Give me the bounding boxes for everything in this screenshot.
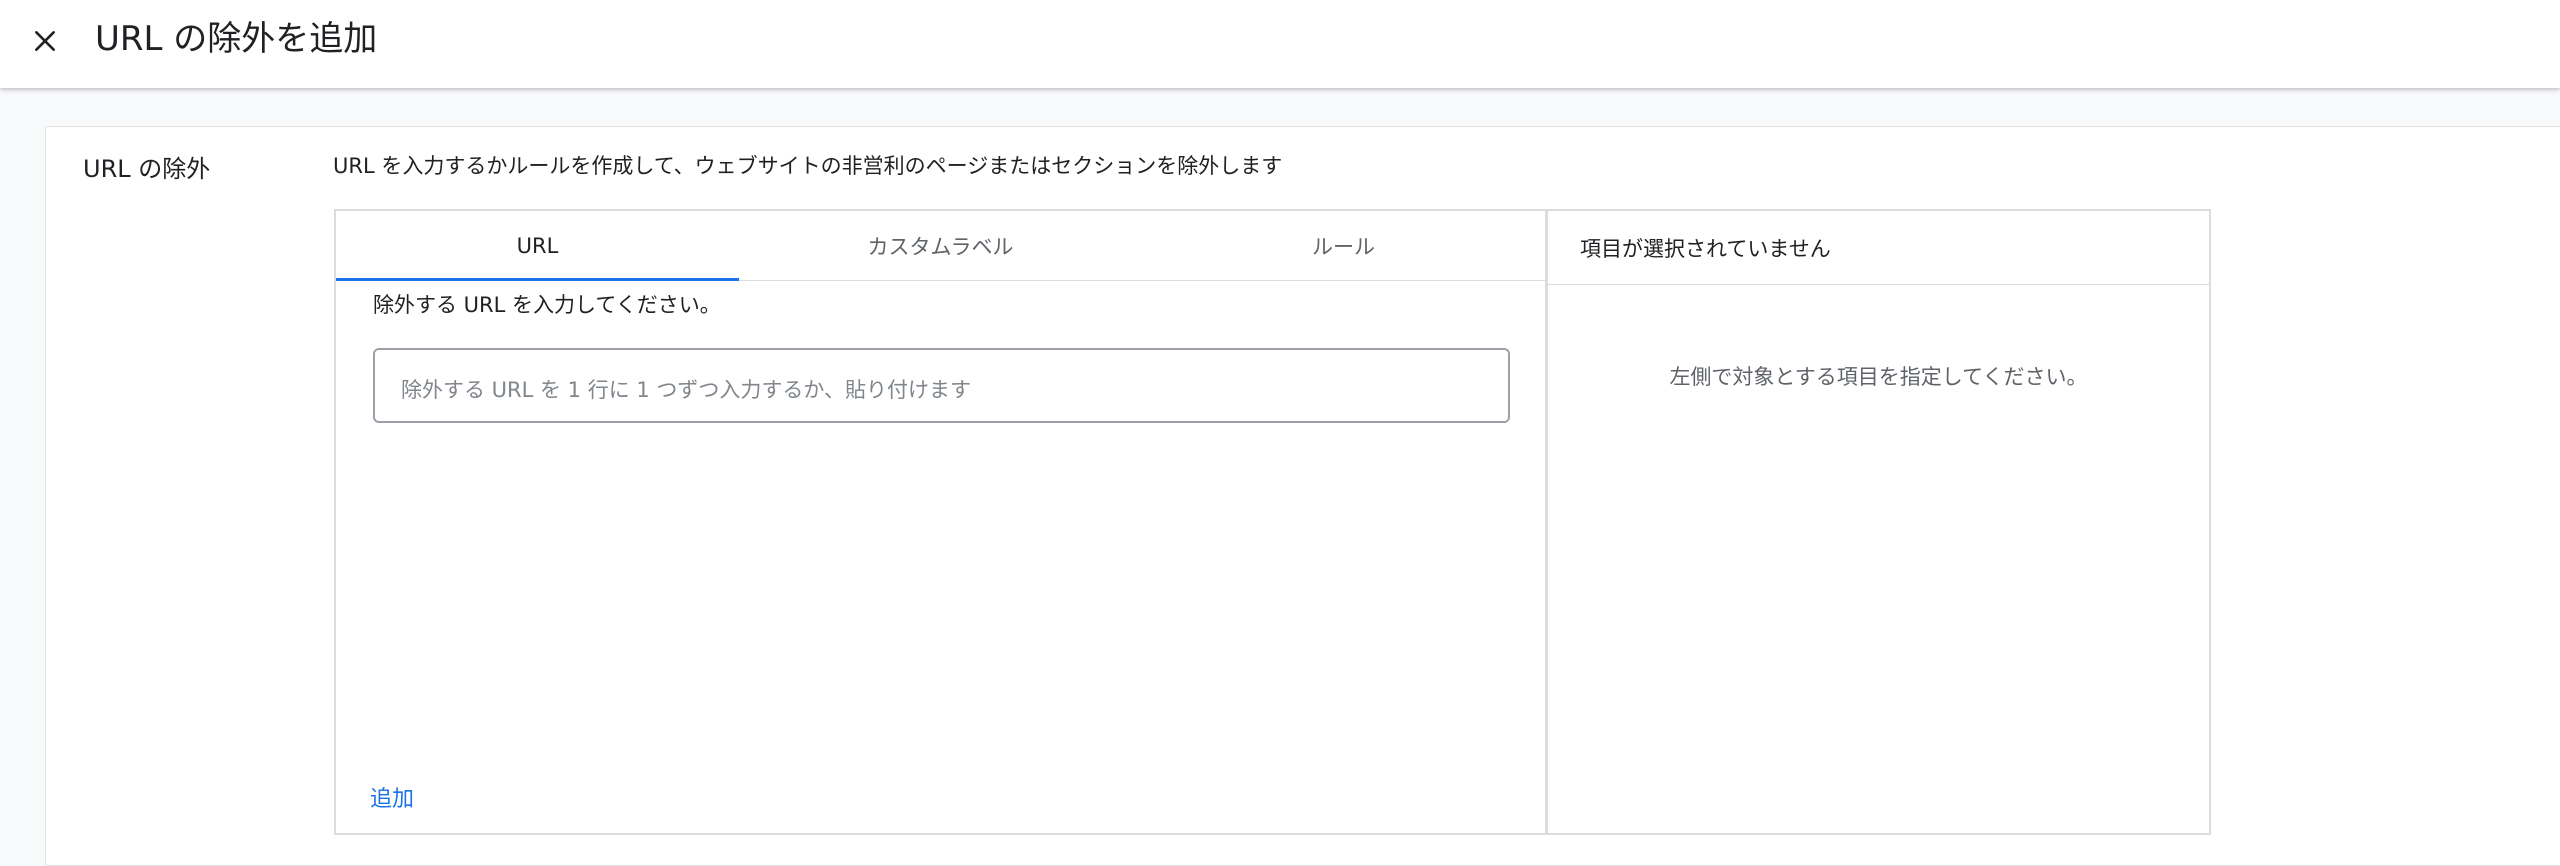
add-button[interactable]: 追加 [370,783,414,817]
url-input-label: 除外する URL を入力してください。 [373,293,721,317]
section-description: URL を入力するかルールを作成して、ウェブサイトの非営利のページまたはセクショ… [333,154,1283,178]
selection-empty-message: 左側で対象とする項目を指定してください。 [1669,365,2088,389]
input-panel: URL カスタムラベル ルール 除外する URL を入力してください。 追加 [334,209,1547,835]
close-button[interactable] [20,16,70,66]
url-input[interactable] [373,348,1510,423]
url-exclusion-card: URL の除外 URL を入力するかルールを作成して、ウェブサイトの非営利のペー… [45,126,2560,866]
selection-header: 項目が選択されていません [1548,211,2209,285]
tab-custom-label[interactable]: カスタムラベル [739,211,1142,280]
close-icon [35,31,55,51]
dialog-title: URL の除外を追加 [95,19,378,59]
tab-url[interactable]: URL [336,211,739,281]
selection-panel: 項目が選択されていません 左側で対象とする項目を指定してください。 [1547,209,2211,835]
tab-bar: URL カスタムラベル ルール [336,211,1545,281]
tab-rules[interactable]: ルール [1142,211,1545,280]
dialog-header: URL の除外を追加 [0,0,2560,88]
section-label: URL の除外 [83,155,211,183]
